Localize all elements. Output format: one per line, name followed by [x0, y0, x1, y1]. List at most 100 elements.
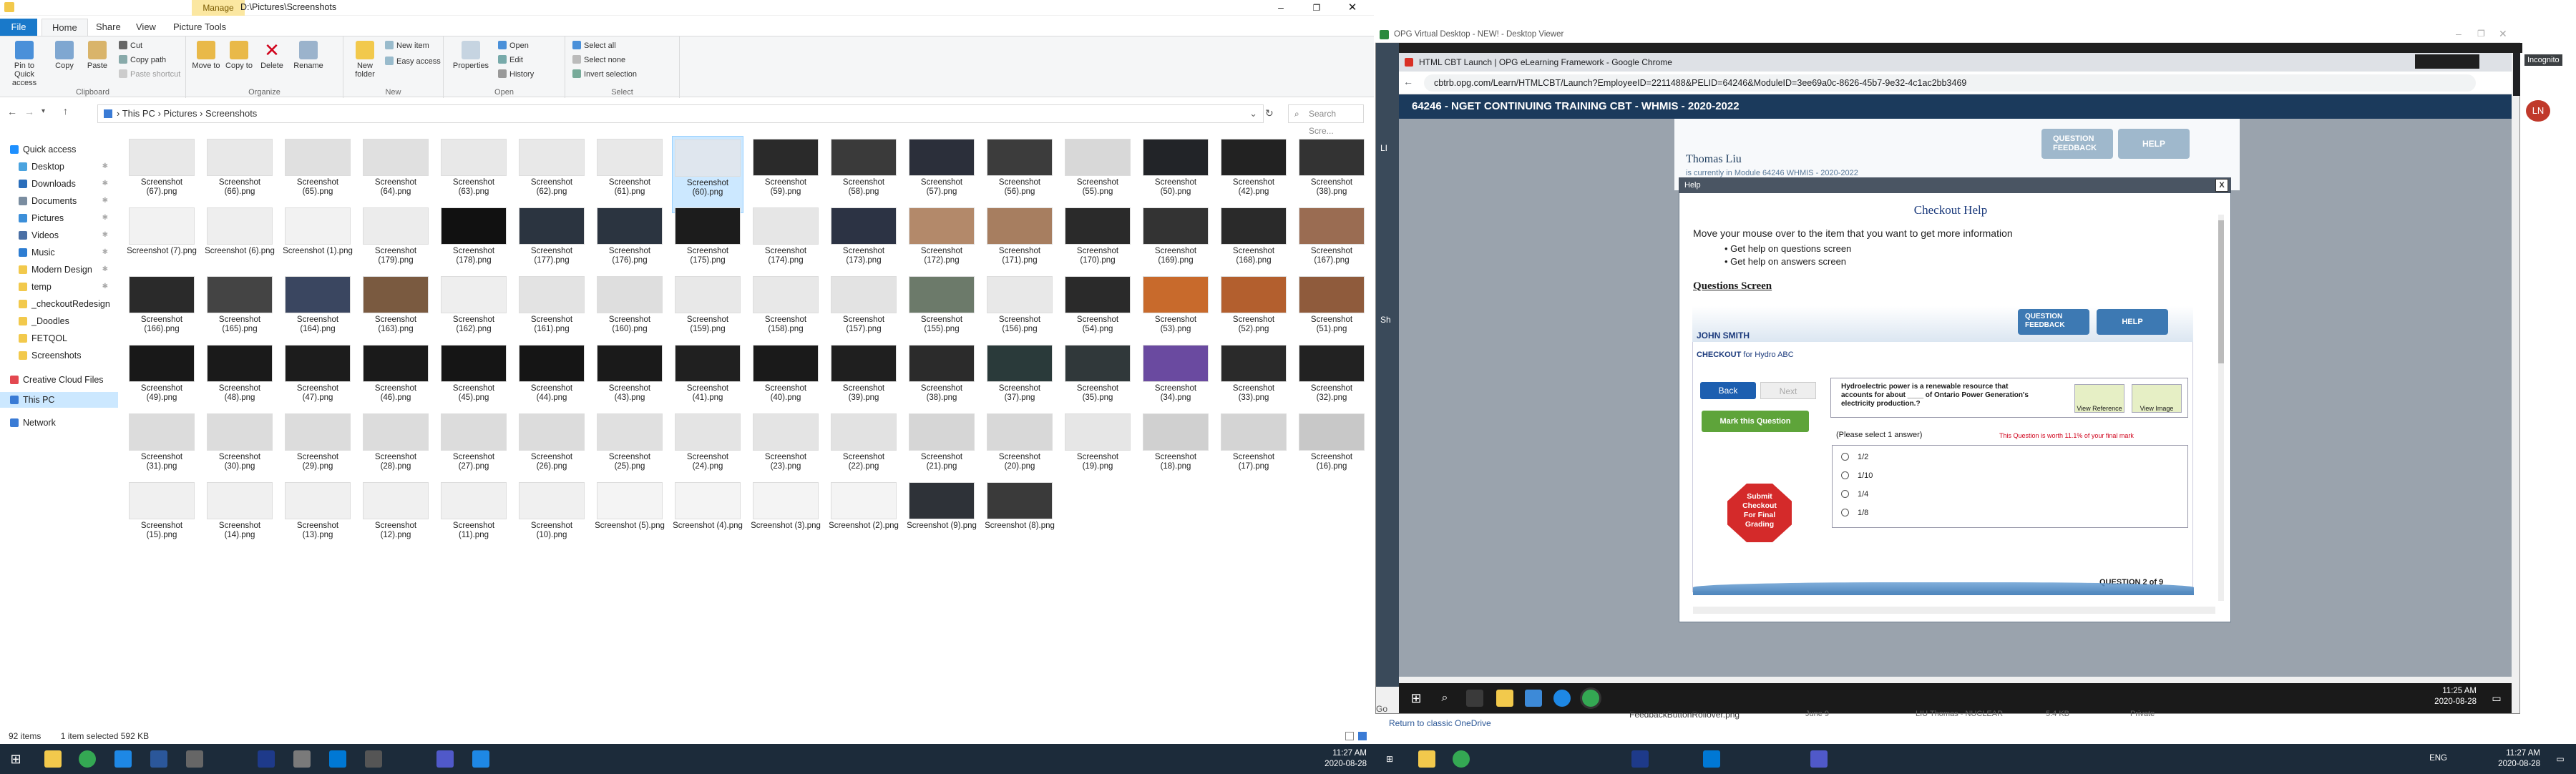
file-thumbnail[interactable]: Screenshot (28).png — [360, 411, 431, 488]
vscode-icon[interactable] — [1703, 750, 1720, 768]
host-clock-left[interactable]: 11:27 AM 2020-08-28 — [1317, 748, 1367, 770]
file-thumbnail[interactable]: Screenshot (172).png — [906, 205, 977, 282]
address-bar[interactable]: › This PC › Pictures › Screenshots ⌄ — [97, 104, 1264, 123]
file-thumbnail[interactable]: Screenshot (176).png — [594, 205, 665, 282]
file-thumbnail[interactable]: Screenshot (37).png — [984, 342, 1055, 419]
maximize-icon[interactable]: ❐ — [1302, 0, 1331, 16]
cut-button[interactable]: Cut — [119, 41, 142, 50]
mark-question-button[interactable]: Mark this Question — [1702, 411, 1809, 432]
avatar[interactable]: LN — [2526, 100, 2550, 122]
file-thumbnail[interactable]: Screenshot (167).png — [1296, 205, 1367, 282]
close-icon[interactable]: ✕ — [1338, 0, 1367, 16]
question-feedback-button[interactable]: QUESTION FEEDBACK — [2041, 129, 2113, 159]
file-thumbnail[interactable]: Screenshot (14).png — [204, 479, 275, 557]
sidebar-item[interactable]: temp ✱ — [0, 279, 118, 295]
file-thumbnail[interactable]: Screenshot (40).png — [750, 342, 821, 419]
file-thumbnail[interactable]: Screenshot (48).png — [204, 342, 275, 419]
file-thumbnail[interactable]: Screenshot (7).png — [126, 205, 197, 282]
scrollbar-thumb[interactable] — [2218, 220, 2224, 363]
file-thumbnail[interactable]: Screenshot (31).png — [126, 411, 197, 488]
tab-view[interactable]: View — [126, 19, 166, 36]
sidebar-item[interactable]: Downloads ✱ — [0, 176, 118, 192]
photoshop-icon[interactable] — [1631, 750, 1649, 768]
preview-feedback-button[interactable]: QUESTION FEEDBACK — [2018, 309, 2089, 335]
file-thumbnail[interactable]: Screenshot (55).png — [1062, 136, 1133, 213]
task-view-icon[interactable] — [1466, 690, 1483, 707]
details-view-icon[interactable] — [1345, 732, 1354, 740]
help-bullet-questions[interactable]: • Get help on questions screen — [1724, 243, 1851, 254]
file-thumbnail[interactable]: Screenshot (8).png — [984, 479, 1055, 557]
folder-icon[interactable] — [1418, 750, 1435, 768]
file-thumbnail[interactable]: Screenshot (11).png — [438, 479, 509, 557]
teams-icon[interactable] — [436, 750, 454, 768]
file-thumbnail[interactable]: Screenshot (165).png — [204, 273, 275, 351]
file-thumbnail[interactable]: Screenshot (18).png — [1140, 411, 1211, 488]
file-name[interactable]: FeedbackButtonRollover.png — [1629, 710, 1740, 720]
preview-help-button[interactable]: HELP — [2097, 309, 2168, 335]
file-thumbnail[interactable]: Screenshot (64).png — [360, 136, 431, 213]
tab-share[interactable]: Share — [86, 19, 131, 36]
file-thumbnail[interactable]: Screenshot (32).png — [1296, 342, 1367, 419]
select-all-button[interactable]: Select all — [572, 41, 616, 50]
file-thumbnail[interactable]: Screenshot (58).png — [828, 136, 899, 213]
sidebar-item[interactable]: Modern Design ✱ — [0, 262, 118, 278]
language-indicator[interactable]: ENG — [2419, 753, 2447, 764]
teams-icon[interactable] — [1810, 750, 1828, 768]
app-icon[interactable] — [186, 750, 203, 768]
file-thumbnail[interactable]: Screenshot (66).png — [204, 136, 275, 213]
sidebar-item[interactable]: Videos ✱ — [0, 227, 118, 243]
history-button[interactable]: History — [498, 69, 534, 79]
file-thumbnail[interactable]: Screenshot (62).png — [516, 136, 587, 213]
file-thumbnail[interactable]: Screenshot (17).png — [1218, 411, 1289, 488]
minimize-icon[interactable]: – — [2456, 28, 2462, 39]
preview-next-button[interactable]: Next — [1760, 382, 1816, 399]
start-icon[interactable]: ⊞ — [1381, 750, 1398, 768]
tab-picture-tools[interactable]: Picture Tools — [163, 19, 236, 36]
refresh-icon[interactable]: ↻ — [1265, 107, 1274, 119]
return-onedrive-link[interactable]: Return to classic OneDrive — [1389, 718, 1491, 728]
photoshop-icon[interactable] — [258, 750, 275, 768]
file-thumbnail[interactable]: Screenshot (38).png — [906, 342, 977, 419]
file-thumbnail[interactable]: Screenshot (51).png — [1296, 273, 1367, 351]
app-icon[interactable] — [365, 750, 382, 768]
sidebar-item[interactable]: FETQOL — [0, 330, 118, 346]
close-icon[interactable]: ✕ — [2499, 28, 2507, 40]
file-thumbnail[interactable]: Screenshot (177).png — [516, 205, 587, 282]
file-thumbnail[interactable]: Screenshot (45).png — [438, 342, 509, 419]
folder-icon[interactable] — [44, 750, 62, 768]
folder-icon[interactable] — [1496, 690, 1513, 707]
file-thumbnail[interactable]: Screenshot (169).png — [1140, 205, 1211, 282]
help-horizontal-scrollbar[interactable] — [1693, 607, 2215, 614]
chevron-down-icon[interactable]: ⌄ — [1249, 105, 1257, 122]
paste-button[interactable]: Paste — [83, 41, 112, 70]
file-thumbnail[interactable]: Screenshot (61).png — [594, 136, 665, 213]
back-arrow-icon[interactable]: ← — [1403, 76, 1413, 87]
file-thumbnail[interactable]: Screenshot (3).png — [750, 479, 821, 557]
chrome-icon[interactable] — [1582, 690, 1599, 707]
file-thumbnail[interactable]: Screenshot (42).png — [1218, 136, 1289, 213]
file-thumbnail[interactable]: Screenshot (67).png — [126, 136, 197, 213]
file-thumbnail[interactable]: Screenshot (33).png — [1218, 342, 1289, 419]
move-to-button[interactable]: Move to — [190, 41, 222, 70]
file-thumbnail[interactable]: Screenshot (35).png — [1062, 342, 1133, 419]
file-thumbnail[interactable]: Screenshot (178).png — [438, 205, 509, 282]
file-thumbnail[interactable]: Screenshot (9).png — [906, 479, 977, 557]
sidebar-item[interactable]: Pictures ✱ — [0, 210, 118, 226]
file-thumbnail[interactable]: Screenshot (65).png — [282, 136, 353, 213]
sidebar-item[interactable]: This PC — [0, 392, 118, 408]
start-icon[interactable]: ⊞ — [7, 750, 24, 768]
file-thumbnail[interactable]: Screenshot (6).png — [204, 205, 275, 282]
file-thumbnail[interactable]: Screenshot (13).png — [282, 479, 353, 557]
easy-access-button[interactable]: Easy access — [385, 57, 441, 66]
sidebar-item[interactable]: Network — [0, 415, 118, 431]
large-icons-view-icon[interactable] — [1358, 732, 1367, 740]
view-reference-button[interactable]: View Reference — [2074, 384, 2124, 413]
search-icon[interactable]: ⌕ — [1436, 690, 1453, 707]
remote-clock[interactable]: 11:25 AM 2020-08-28 — [2429, 686, 2477, 707]
file-thumbnail[interactable]: Screenshot (170).png — [1062, 205, 1133, 282]
file-thumbnail[interactable]: Screenshot (164).png — [282, 273, 353, 351]
file-thumbnail[interactable]: Screenshot (4).png — [672, 479, 743, 557]
notifications-icon[interactable]: ▭ — [2488, 690, 2505, 707]
view-image-button[interactable]: View Image — [2132, 384, 2182, 413]
answer-option[interactable]: 1/8 — [1841, 509, 1868, 517]
